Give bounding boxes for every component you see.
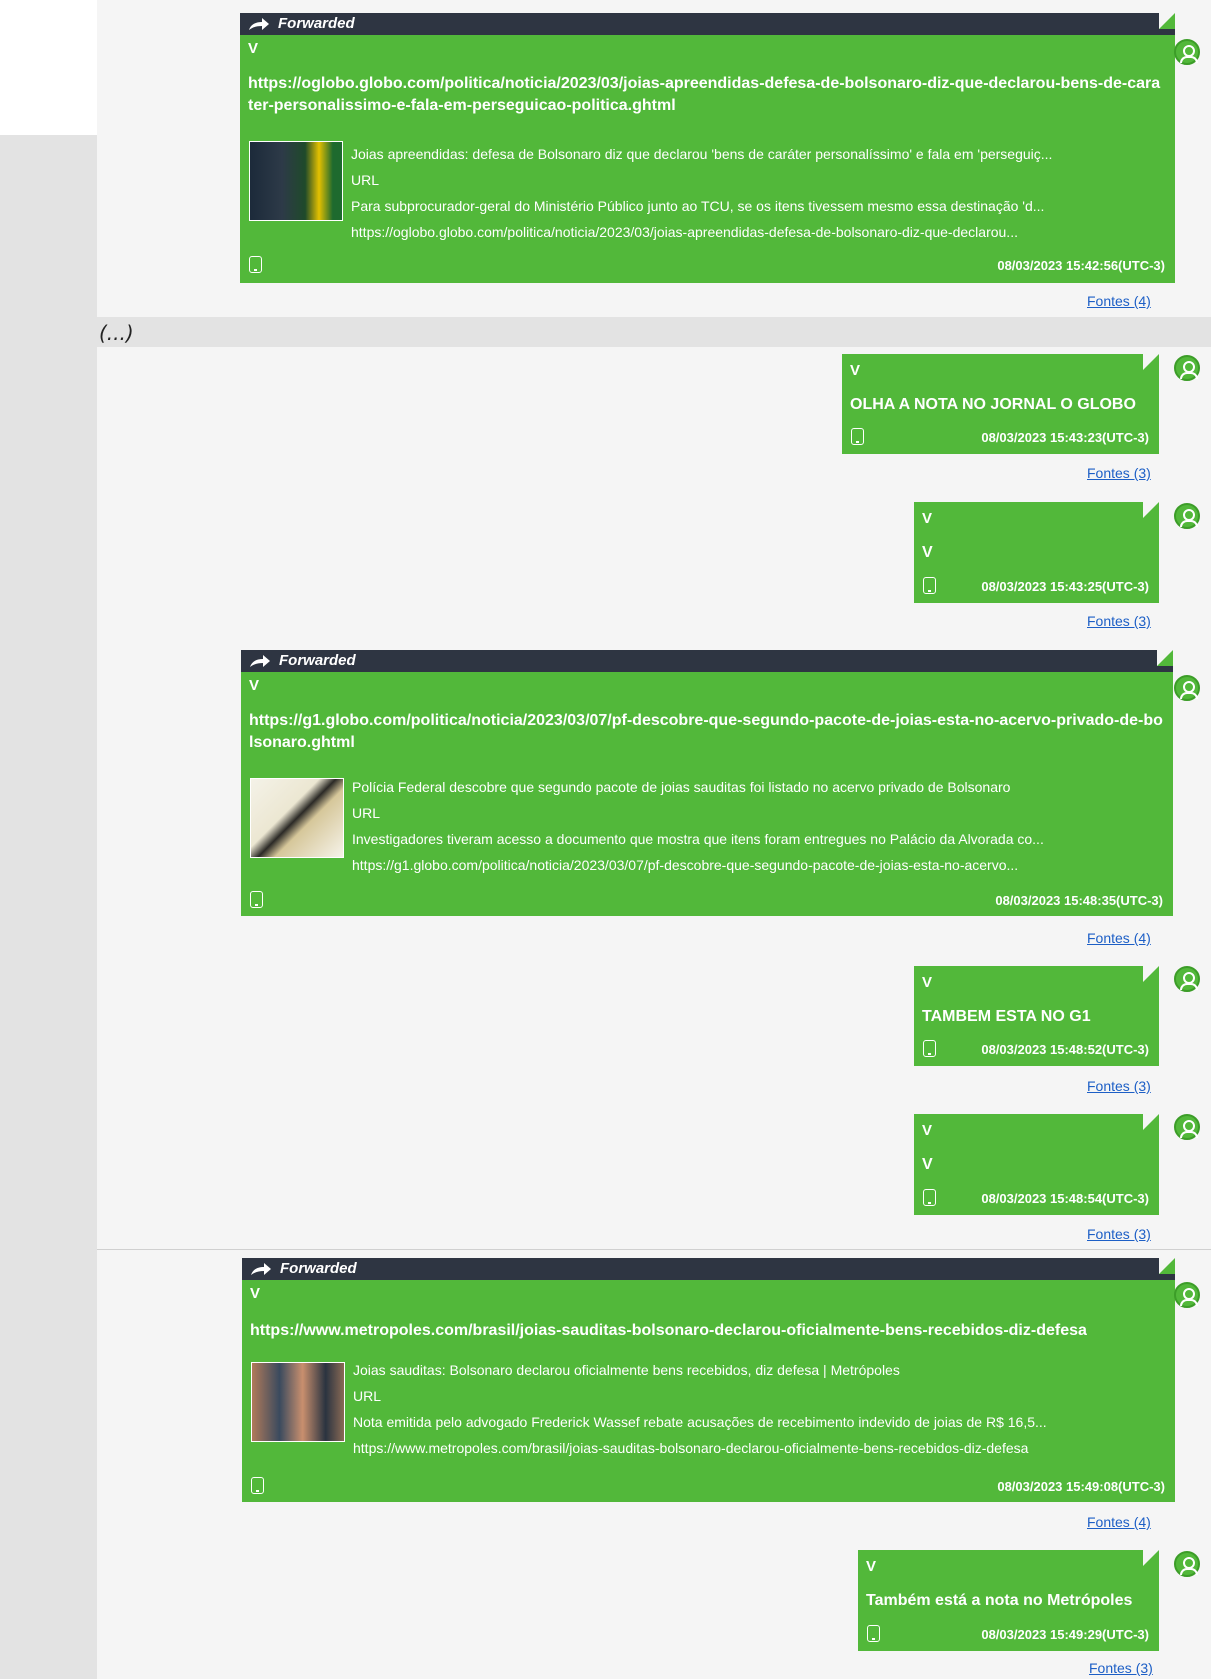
message-link[interactable]: https://g1.globo.com/politica/noticia/20… xyxy=(249,710,1163,754)
message-timestamp: 08/03/2023 15:48:35(UTC-3) xyxy=(995,893,1163,908)
fontes-link[interactable]: Fontes (4) xyxy=(1087,930,1151,946)
fontes-link[interactable]: Fontes (4) xyxy=(1087,1514,1151,1530)
text-message[interactable]: V TAMBEM ESTA NO G1 08/03/2023 15:48:52(… xyxy=(914,966,1159,1066)
mobile-device-icon xyxy=(867,1625,880,1642)
fontes-link[interactable]: Fontes (3) xyxy=(1087,1078,1151,1094)
preview-type: URL xyxy=(353,1388,382,1404)
message-timestamp: 08/03/2023 15:49:29(UTC-3) xyxy=(981,1627,1149,1642)
bubble-tail xyxy=(1157,650,1173,666)
bubble-tail xyxy=(1143,354,1159,370)
mobile-device-icon xyxy=(923,577,936,594)
sender-name: V xyxy=(249,677,260,694)
bubble-tail xyxy=(1143,502,1159,518)
mobile-device-icon xyxy=(251,1477,264,1494)
sender-name: V xyxy=(850,362,861,379)
fontes-link[interactable]: Fontes (3) xyxy=(1089,1660,1153,1676)
mobile-device-icon xyxy=(249,256,262,273)
user-avatar-icon xyxy=(1174,1114,1200,1140)
forwarded-label: Forwarded xyxy=(278,15,355,32)
mobile-device-icon xyxy=(250,891,263,908)
preview-type: URL xyxy=(351,172,380,188)
text-message[interactable]: V V 08/03/2023 15:43:25(UTC-3) xyxy=(914,502,1159,603)
user-avatar-icon xyxy=(1174,1282,1200,1308)
preview-description: Nota emitida pelo advogado Frederick Was… xyxy=(353,1414,1047,1430)
preview-title: Polícia Federal descobre que segundo pac… xyxy=(352,779,1011,795)
text-message[interactable]: V OLHA A NOTA NO JORNAL O GLOBO 08/03/20… xyxy=(842,354,1159,454)
bubble-tail xyxy=(1159,13,1175,29)
bubble-tail xyxy=(1159,1258,1175,1274)
fontes-link[interactable]: Fontes (3) xyxy=(1087,613,1151,629)
mobile-device-icon xyxy=(851,428,864,445)
link-preview-thumbnail xyxy=(251,1362,345,1442)
forwarded-bar: Forwarded xyxy=(241,650,1173,672)
omission-band xyxy=(97,317,1211,347)
bubble-tail xyxy=(1143,1114,1159,1130)
forward-arrow-icon xyxy=(249,18,269,30)
preview-type: URL xyxy=(352,805,381,821)
preview-title: Joias sauditas: Bolsonaro declarou ofici… xyxy=(353,1362,900,1378)
sender-name: V xyxy=(922,974,933,991)
message-timestamp: 08/03/2023 15:48:52(UTC-3) xyxy=(981,1042,1149,1057)
message-timestamp: 08/03/2023 15:49:08(UTC-3) xyxy=(997,1479,1165,1494)
message-timestamp: 08/03/2023 15:43:23(UTC-3) xyxy=(981,430,1149,445)
fontes-link[interactable]: Fontes (3) xyxy=(1087,465,1151,481)
bubble-tail xyxy=(1143,1550,1159,1566)
forwarded-message[interactable]: Forwarded V https://oglobo.globo.com/pol… xyxy=(240,13,1175,283)
forwarded-label: Forwarded xyxy=(279,652,356,669)
sender-name: V xyxy=(248,40,259,57)
fontes-link[interactable]: Fontes (3) xyxy=(1087,1226,1151,1242)
mobile-device-icon xyxy=(923,1040,936,1057)
user-avatar-icon xyxy=(1174,675,1200,701)
message-text: V xyxy=(922,544,933,561)
sender-name: V xyxy=(250,1285,261,1302)
message-link[interactable]: https://oglobo.globo.com/politica/notici… xyxy=(248,73,1165,117)
preview-description: Investigadores tiveram acesso a document… xyxy=(352,831,1044,847)
forwarded-message[interactable]: Forwarded V https://g1.globo.com/politic… xyxy=(241,650,1173,916)
omission-marker: (...) xyxy=(99,321,134,345)
preview-url: https://www.metropoles.com/brasil/joias-… xyxy=(353,1440,1029,1456)
message-timestamp: 08/03/2023 15:43:25(UTC-3) xyxy=(981,579,1149,594)
message-timestamp: 08/03/2023 15:48:54(UTC-3) xyxy=(981,1191,1149,1206)
message-text: OLHA A NOTA NO JORNAL O GLOBO xyxy=(850,396,1136,413)
mobile-device-icon xyxy=(923,1189,936,1206)
forward-arrow-icon xyxy=(251,1263,271,1275)
message-text: Também está a nota no Metrópoles xyxy=(866,1592,1133,1609)
preview-title: Joias apreendidas: defesa de Bolsonaro d… xyxy=(351,146,1053,162)
preview-description: Para subprocurador-geral do Ministério P… xyxy=(351,198,1045,214)
link-preview-thumbnail xyxy=(249,141,343,221)
link-preview[interactable]: Joias sauditas: Bolsonaro declarou ofici… xyxy=(353,1357,1167,1461)
forwarded-bar: Forwarded xyxy=(240,13,1175,35)
sender-name: V xyxy=(866,1558,877,1575)
link-preview-thumbnail xyxy=(250,778,344,858)
message-text: TAMBEM ESTA NO G1 xyxy=(922,1008,1091,1025)
preview-url: https://g1.globo.com/politica/noticia/20… xyxy=(352,857,1019,873)
left-side-panel xyxy=(0,135,97,1679)
user-avatar-icon xyxy=(1174,966,1200,992)
user-avatar-icon xyxy=(1174,355,1200,381)
forwarded-bar: Forwarded xyxy=(242,1258,1175,1280)
user-avatar-icon xyxy=(1174,1551,1200,1577)
forwarded-message[interactable]: Forwarded V https://www.metropoles.com/b… xyxy=(242,1258,1175,1502)
user-avatar-icon xyxy=(1174,39,1200,65)
sender-name: V xyxy=(922,1122,933,1139)
message-link[interactable]: https://www.metropoles.com/brasil/joias-… xyxy=(250,1320,1165,1342)
text-message[interactable]: V Também está a nota no Metrópoles 08/03… xyxy=(858,1550,1159,1651)
bubble-tail xyxy=(1143,966,1159,982)
fontes-link[interactable]: Fontes (4) xyxy=(1087,293,1151,309)
user-avatar-icon xyxy=(1174,503,1200,529)
forward-arrow-icon xyxy=(250,655,270,667)
message-text: V xyxy=(922,1156,933,1173)
text-message[interactable]: V V 08/03/2023 15:48:54(UTC-3) xyxy=(914,1114,1159,1215)
link-preview[interactable]: Joias apreendidas: defesa de Bolsonaro d… xyxy=(351,141,1167,245)
message-timestamp: 08/03/2023 15:42:56(UTC-3) xyxy=(997,258,1165,273)
link-preview[interactable]: Polícia Federal descobre que segundo pac… xyxy=(352,774,1165,878)
forwarded-label: Forwarded xyxy=(280,1260,357,1277)
sender-name: V xyxy=(922,510,933,527)
preview-url: https://oglobo.globo.com/politica/notici… xyxy=(351,224,1018,240)
